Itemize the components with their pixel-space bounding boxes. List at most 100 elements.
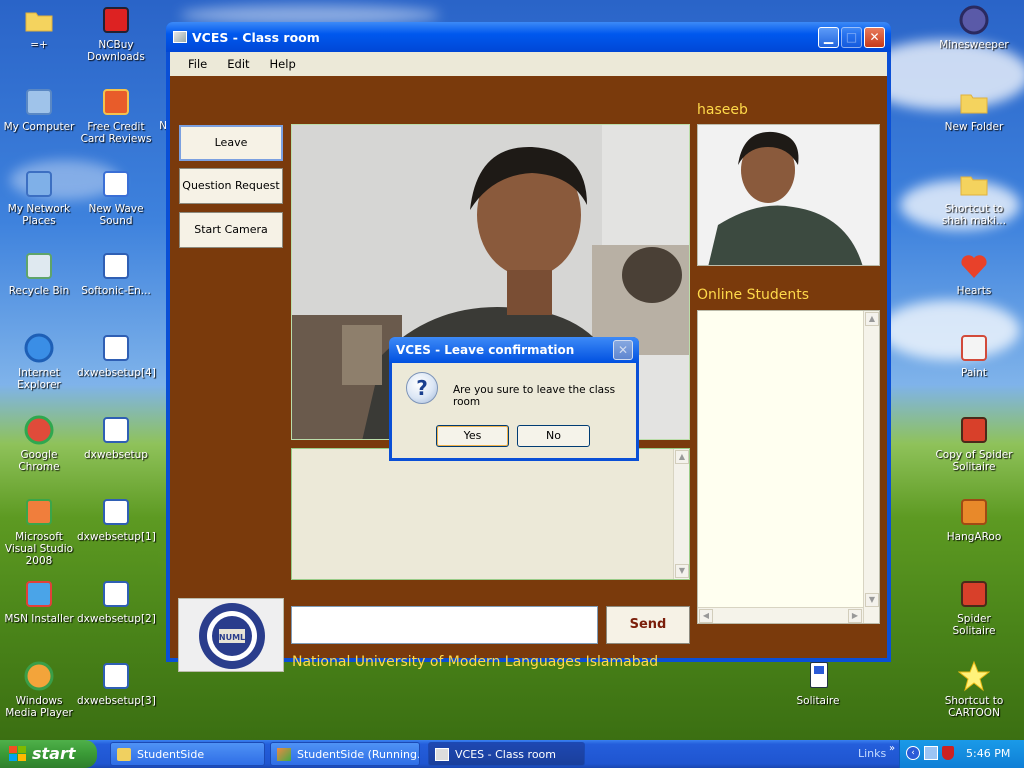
task-studentside[interactable]: StudentSide xyxy=(110,742,265,766)
desktop-icon-new-folder[interactable]: New Folder xyxy=(935,86,1013,133)
task-vces-classroom[interactable]: VCES - Class room xyxy=(428,742,585,766)
taskbar: start StudentSide StudentSide (Running..… xyxy=(0,740,1024,768)
scroll-down-icon[interactable]: ▼ xyxy=(675,564,689,578)
desktop-icon-label: Solitaire xyxy=(796,695,840,707)
question-request-button[interactable]: Question Request xyxy=(179,168,283,204)
desktop-icon-dxwebsetup-1[interactable]: dxwebsetup[1] xyxy=(77,496,156,543)
desktop-icon-hangaroo[interactable]: HangARoo xyxy=(935,496,1013,543)
folder-icon xyxy=(23,4,55,36)
links-toolbar[interactable]: Links xyxy=(858,747,886,760)
desktop-icon-label: Google Chrome xyxy=(18,449,60,473)
desktop-icon-msn-installer[interactable]: MSN Installer xyxy=(0,578,78,625)
desktop-icon-shortcut-to-shah-maki[interactable]: Shortcut to shah maki... xyxy=(935,168,1013,227)
clock[interactable]: 5:46 PM xyxy=(966,747,1010,760)
menu-file[interactable]: File xyxy=(178,57,217,71)
visual-studio-icon xyxy=(23,496,55,528)
desktop-icon-minesweeper[interactable]: Minesweeper xyxy=(935,4,1013,51)
app-window-icon xyxy=(435,748,449,761)
message-input[interactable] xyxy=(291,606,598,644)
desktop-icon-hearts[interactable]: Hearts xyxy=(935,250,1013,297)
ie-icon xyxy=(23,332,55,364)
desktop-icon-dxwebsetup-3[interactable]: dxwebsetup[3] xyxy=(77,660,156,707)
yes-button[interactable]: Yes xyxy=(436,425,509,447)
desktop-icon-solitaire[interactable]: Solitaire xyxy=(779,660,857,707)
installer-icon xyxy=(100,578,132,610)
tray-expand-icon[interactable]: ‹ xyxy=(906,746,920,760)
desktop-icon-label: Hearts xyxy=(956,285,992,297)
scroll-down-icon[interactable]: ▼ xyxy=(865,593,879,607)
dialog-close-button[interactable]: ✕ xyxy=(613,340,633,360)
window-title: VCES - Class room xyxy=(192,30,320,45)
scroll-up-icon[interactable]: ▲ xyxy=(865,312,879,326)
desktop-icon-label: Recycle Bin xyxy=(8,285,70,297)
teacher-video-feed xyxy=(697,124,880,266)
desktop-icon-dxwebsetup-2[interactable]: dxwebsetup[2] xyxy=(77,578,156,625)
desktop-icon-label: New Folder xyxy=(944,121,1004,133)
scroll-left-icon[interactable]: ◀ xyxy=(699,609,713,623)
desktop-icon-label: Internet Explorer xyxy=(17,367,61,391)
spider-icon xyxy=(958,578,990,610)
desktop-icon-my-network-places[interactable]: My Network Places xyxy=(0,168,78,227)
desktop-icon-label: dxwebsetup[4] xyxy=(77,367,156,379)
scroll-up-icon[interactable]: ▲ xyxy=(675,450,689,464)
desktop-icon-my-computer[interactable]: My Computer xyxy=(0,86,78,133)
credit-card-icon xyxy=(100,86,132,118)
desktop-icon-[interactable]: =+ xyxy=(0,4,78,51)
desktop-icon-dxwebsetup[interactable]: dxwebsetup xyxy=(77,414,155,461)
desktop-icon-google-chrome[interactable]: Google Chrome xyxy=(0,414,78,473)
installer-icon xyxy=(100,496,132,528)
send-button[interactable]: Send xyxy=(606,606,690,644)
desktop-icon-spider-solitaire[interactable]: Spider Solitaire xyxy=(935,578,1013,637)
desktop-icon-shortcut-to-cartoon[interactable]: Shortcut to CARTOON xyxy=(935,660,1013,719)
media-player-icon xyxy=(23,660,55,692)
desktop-icon-label: Shortcut to CARTOON xyxy=(944,695,1004,719)
students-scrollbar-horizontal[interactable]: ◀ ▶ xyxy=(698,607,863,623)
scroll-right-icon[interactable]: ▶ xyxy=(848,609,862,623)
desktop-icon-label: Shortcut to shah maki... xyxy=(941,203,1007,227)
network-icon[interactable] xyxy=(924,746,938,760)
folder-icon xyxy=(958,86,990,118)
chevron-icon[interactable]: » xyxy=(889,743,895,754)
desktop-icon-label: My Computer xyxy=(3,121,75,133)
desktop-icon-label: dxwebsetup[1] xyxy=(77,531,156,543)
task-studentside-running[interactable]: StudentSide (Running... xyxy=(270,742,420,766)
minimize-button[interactable]: ▁ xyxy=(818,27,839,48)
dialog-titlebar[interactable]: VCES - Leave confirmation ✕ xyxy=(389,337,639,363)
close-button[interactable]: ✕ xyxy=(864,27,885,48)
security-shield-icon[interactable] xyxy=(942,746,954,760)
menu-edit[interactable]: Edit xyxy=(217,57,259,71)
wave-sound-icon xyxy=(100,168,132,200)
no-button[interactable]: No xyxy=(517,425,590,447)
desktop-icon-label: My Network Places xyxy=(7,203,71,227)
recycle-bin-icon xyxy=(23,250,55,282)
menu-help[interactable]: Help xyxy=(260,57,306,71)
desktop-icon-ncbuy-downloads[interactable]: NCBuy Downloads xyxy=(77,4,155,63)
students-scrollbar-vertical[interactable]: ▲ ▼ xyxy=(863,311,879,623)
desktop-icon-paint[interactable]: Paint xyxy=(935,332,1013,379)
start-label: start xyxy=(32,744,76,763)
installer-icon xyxy=(100,332,132,364)
desktop-icon-windows-media-player[interactable]: Windows Media Player xyxy=(0,660,78,719)
desktop-icon-recycle-bin[interactable]: Recycle Bin xyxy=(0,250,78,297)
desktop-icon-label: HangARoo xyxy=(946,531,1002,543)
desktop-icon-free-credit-card-reviews[interactable]: Free Credit Card Reviews xyxy=(77,86,155,145)
maximize-button[interactable]: □ xyxy=(841,27,862,48)
task-label: VCES - Class room xyxy=(455,748,556,761)
window-titlebar[interactable]: VCES - Class room ▁ □ ✕ xyxy=(166,22,891,52)
chat-display-area[interactable]: ▲ ▼ xyxy=(291,448,690,580)
online-students-label: Online Students xyxy=(697,287,810,303)
desktop-icon-label: Paint xyxy=(961,367,987,379)
desktop-icon-new-wave-sound[interactable]: New Wave Sound xyxy=(77,168,155,227)
start-camera-button[interactable]: Start Camera xyxy=(179,212,283,248)
desktop-icon-label: dxwebsetup[2] xyxy=(77,613,156,625)
desktop-icon-label: dxwebsetup xyxy=(84,449,148,461)
start-button[interactable]: start xyxy=(0,740,97,768)
online-students-list[interactable]: ▲ ▼ ◀ ▶ xyxy=(697,310,880,624)
desktop-icon-dxwebsetup-4[interactable]: dxwebsetup[4] xyxy=(77,332,156,379)
desktop-icon-microsoft-visual-studio-2008[interactable]: Microsoft Visual Studio 2008 xyxy=(0,496,78,567)
desktop-icon-copy-of-spider-solitaire[interactable]: Copy of Spider Solitaire xyxy=(935,414,1013,473)
desktop-icon-internet-explorer[interactable]: Internet Explorer xyxy=(0,332,78,391)
desktop-icon-softonic-en[interactable]: Softonic-En... xyxy=(77,250,155,297)
chat-scrollbar[interactable]: ▲ ▼ xyxy=(673,449,689,579)
leave-button[interactable]: Leave xyxy=(179,125,283,161)
